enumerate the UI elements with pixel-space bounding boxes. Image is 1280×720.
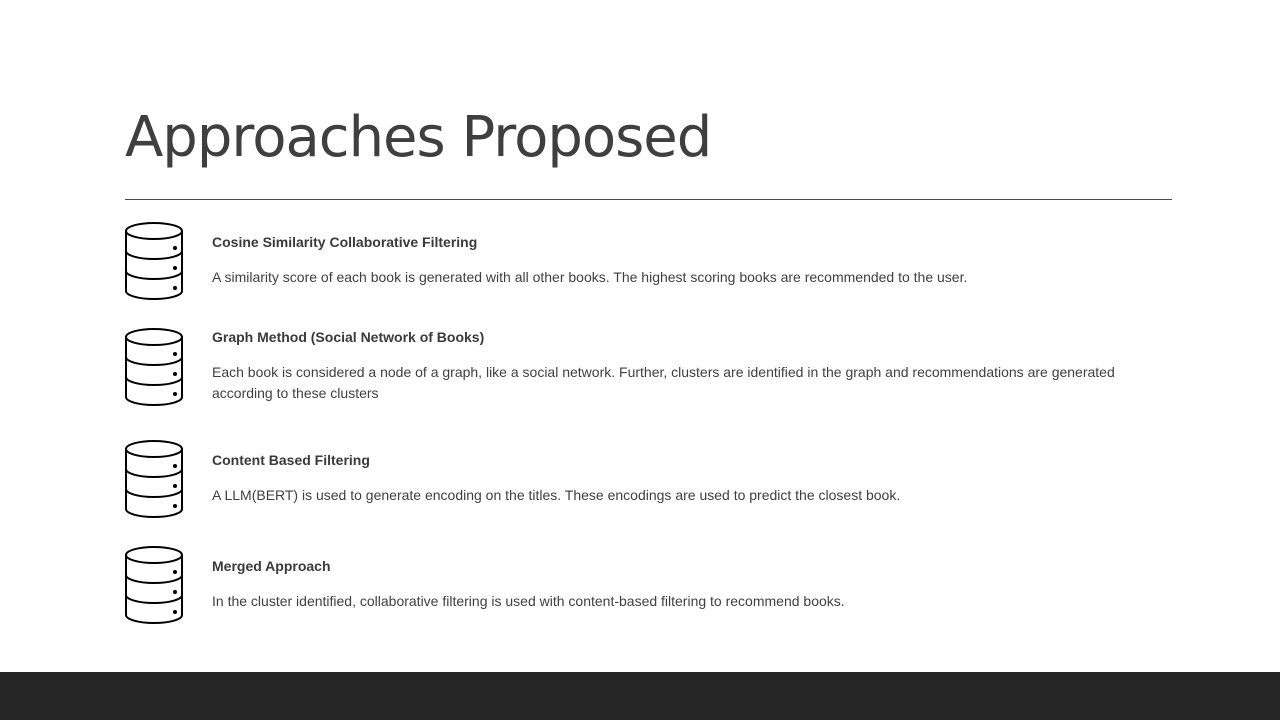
approach-item-content: Content Based Filtering A LLM(BERT) is u…: [125, 440, 1172, 520]
database-icon: [125, 328, 183, 406]
database-icon: [125, 440, 183, 518]
title-divider: [125, 199, 1172, 200]
approach-heading: Content Based Filtering: [212, 452, 370, 468]
approach-item-graph: Graph Method (Social Network of Books) E…: [125, 328, 1172, 408]
approach-item-cosine: Cosine Similarity Collaborative Filterin…: [125, 222, 1172, 302]
slide-title: Approaches Proposed: [125, 105, 712, 170]
approach-description: A LLM(BERT) is used to generate encoding…: [212, 487, 901, 503]
slide: Approaches Proposed Cosine Similarity Co…: [0, 0, 1280, 720]
approach-heading: Merged Approach: [212, 558, 331, 574]
database-icon: [125, 546, 183, 624]
footer-bar: [0, 672, 1280, 720]
approach-heading: Cosine Similarity Collaborative Filterin…: [212, 234, 478, 250]
approach-description: Each book is considered a node of a grap…: [212, 364, 1115, 401]
database-icon: [125, 222, 183, 300]
approach-item-merged: Merged Approach In the cluster identifie…: [125, 546, 1172, 626]
approach-description: In the cluster identified, collaborative…: [212, 593, 845, 609]
approach-description: A similarity score of each book is gener…: [212, 269, 968, 285]
approach-heading: Graph Method (Social Network of Books): [212, 329, 485, 345]
